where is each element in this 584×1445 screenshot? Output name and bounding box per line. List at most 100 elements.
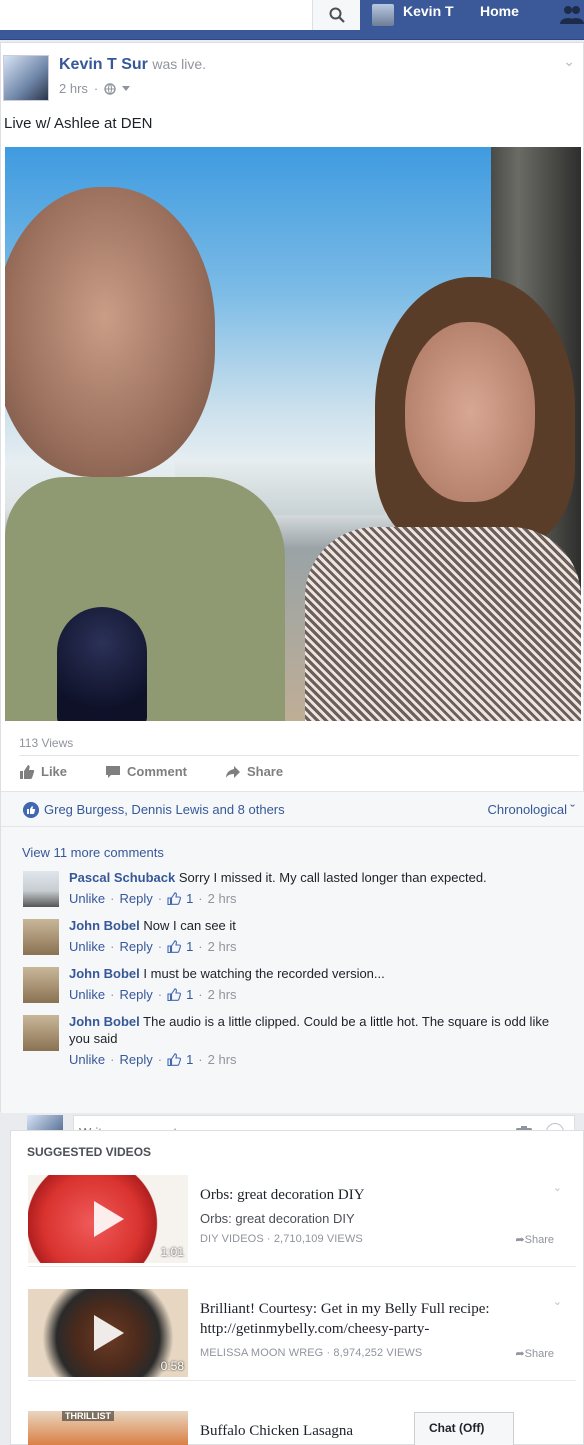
comment-like-icon: [167, 988, 182, 1001]
unlike-link[interactable]: Unlike: [69, 890, 105, 907]
comment-like-icon: [167, 892, 182, 905]
video-thumbnail[interactable]: 1:01: [28, 1175, 188, 1263]
share-label: Share: [246, 764, 284, 779]
top-nav-bar: Kevin T Home: [0, 0, 584, 40]
suggested-video-item[interactable]: 1:01 Orbs: great decoration DIY Orbs: gr…: [28, 1175, 576, 1267]
video-duration: 1:01: [160, 1245, 184, 1259]
comment-time[interactable]: 2 hrs: [208, 986, 237, 1003]
dot-separator: ·: [110, 891, 115, 906]
view-count: 113 Views: [19, 736, 74, 750]
commenter-name[interactable]: Pascal Schuback: [69, 870, 175, 885]
comment-text: Sorry I missed it. My call lasted longer…: [178, 870, 487, 885]
comment-order-dropdown[interactable]: Chronological ˘: [488, 802, 575, 817]
comment-like-count[interactable]: 1: [186, 986, 193, 1003]
comment-like-count[interactable]: 1: [186, 890, 193, 907]
comment-text: The audio is a little clipped. Could be …: [69, 1014, 550, 1046]
commenter-name[interactable]: John Bobel: [69, 966, 140, 981]
nav-profile-link[interactable]: Kevin T: [403, 3, 454, 19]
commenter-avatar[interactable]: [23, 1015, 59, 1051]
reply-link[interactable]: Reply: [119, 1051, 152, 1068]
comment-like-count[interactable]: 1: [186, 1051, 193, 1068]
dot-separator: ·: [110, 987, 115, 1002]
comment-button[interactable]: Comment: [105, 764, 187, 780]
author-name[interactable]: Kevin T Sur: [59, 56, 148, 73]
play-icon: [94, 1315, 124, 1351]
search-icon: [329, 7, 345, 23]
live-video-player[interactable]: [5, 147, 581, 721]
like-label: Like: [41, 764, 68, 779]
dot-separator: ·: [198, 891, 203, 906]
comment-body: John Bobel I must be watching the record…: [69, 965, 559, 1003]
video-meta: MELISSA MOON WREG · 8,974,252 VIEWS: [200, 1347, 423, 1359]
play-icon: [94, 1201, 124, 1237]
nav-avatar[interactable]: [372, 4, 394, 26]
share-small-icon: ➦: [515, 1234, 525, 1246]
like-badge-icon: [23, 802, 39, 818]
post-header: Kevin T Sur was live.: [59, 56, 206, 74]
video-options-chevron-icon[interactable]: ⌄: [553, 1181, 562, 1194]
dot-separator: ·: [157, 891, 163, 906]
suggested-videos-panel: SUGGESTED VIDEOS 1:01 Orbs: great decora…: [10, 1130, 584, 1445]
commenter-name[interactable]: John Bobel: [69, 1014, 140, 1029]
dot-separator: ·: [198, 987, 203, 1002]
commenter-avatar[interactable]: [23, 967, 59, 1003]
comment-body: John Bobel Now I can see it Unlike · Repl…: [69, 917, 559, 955]
comment-body: Pascal Schuback Sorry I missed it. My ca…: [69, 869, 559, 907]
search-box[interactable]: [0, 0, 360, 30]
video-options-chevron-icon[interactable]: ⌄: [553, 1295, 562, 1308]
caret-down-icon[interactable]: [122, 85, 131, 92]
reply-link[interactable]: Reply: [119, 890, 152, 907]
globe-icon[interactable]: [104, 82, 116, 95]
dot-separator: ·: [198, 939, 203, 954]
comment-order-label: Chronological: [487, 802, 568, 817]
video-title[interactable]: Orbs: great decoration DIY: [200, 1185, 550, 1205]
post-time[interactable]: 2 hrs: [59, 81, 88, 96]
comment-time[interactable]: 2 hrs: [208, 938, 237, 955]
video-subtitle: Orbs: great decoration DIY: [200, 1211, 355, 1226]
comment-time[interactable]: 2 hrs: [208, 890, 237, 907]
commenter-name[interactable]: John Bobel: [69, 918, 140, 933]
suggested-video-item[interactable]: 0:58 Brilliant! Courtesy: Get in my Bell…: [28, 1289, 576, 1381]
comment-actions: Unlike · Reply · 1 · 2 hrs: [69, 938, 559, 955]
friends-icon[interactable]: [560, 4, 584, 24]
video-person-left-head: [5, 187, 215, 477]
video-person-right-body: [305, 527, 581, 721]
likes-summary: Greg Burgess, Dennis Lewis and 8 others …: [1, 791, 584, 827]
video-meta: DIY VIDEOS · 2,710,109 VIEWS: [200, 1233, 363, 1245]
comment-actions: Unlike · Reply · 1 · 2 hrs: [69, 1051, 559, 1068]
dot-separator: ·: [157, 987, 163, 1002]
video-share-button[interactable]: ➦Share: [515, 1233, 554, 1246]
video-brand-label: THRILLIST: [62, 1411, 114, 1421]
video-thumbnail[interactable]: 0:58: [28, 1289, 188, 1377]
search-button[interactable]: [312, 0, 360, 30]
share-arrow-icon: [225, 765, 240, 778]
post-action: was live.: [152, 56, 207, 72]
comment-body: John Bobel The audio is a little clipped…: [69, 1013, 559, 1068]
comment-like-icon: [167, 940, 182, 953]
author-avatar[interactable]: [3, 55, 49, 101]
unlike-link[interactable]: Unlike: [69, 938, 105, 955]
unlike-link[interactable]: Unlike: [69, 1051, 105, 1068]
dot-separator: ·: [110, 939, 115, 954]
video-title[interactable]: Brilliant! Courtesy: Get in my Belly Ful…: [200, 1299, 550, 1339]
chat-tab[interactable]: Chat (Off): [414, 1412, 514, 1445]
share-button[interactable]: Share: [225, 764, 283, 780]
comment-time[interactable]: 2 hrs: [208, 1051, 237, 1068]
view-more-comments-link[interactable]: View 11 more comments: [22, 845, 164, 860]
reply-link[interactable]: Reply: [119, 986, 152, 1003]
commenter-avatar[interactable]: [23, 919, 59, 955]
unlike-link[interactable]: Unlike: [69, 986, 105, 1003]
nav-home-link[interactable]: Home: [480, 3, 519, 19]
comment-like-icon: [167, 1053, 182, 1066]
post-meta: 2 hrs ·: [59, 81, 131, 96]
reply-link[interactable]: Reply: [119, 938, 152, 955]
commenter-avatar[interactable]: [23, 871, 59, 907]
comment-like-count[interactable]: 1: [186, 938, 193, 955]
like-button[interactable]: Like: [19, 764, 67, 780]
post-options-chevron-icon[interactable]: ⌄: [563, 53, 575, 70]
video-duration: 0:58: [160, 1359, 184, 1373]
video-share-button[interactable]: ➦Share: [515, 1347, 554, 1360]
comment-actions: Unlike · Reply · 1 · 2 hrs: [69, 890, 559, 907]
likers-link[interactable]: Greg Burgess, Dennis Lewis and 8 others: [44, 802, 285, 817]
video-thumbnail[interactable]: THRILLIST: [28, 1411, 188, 1445]
